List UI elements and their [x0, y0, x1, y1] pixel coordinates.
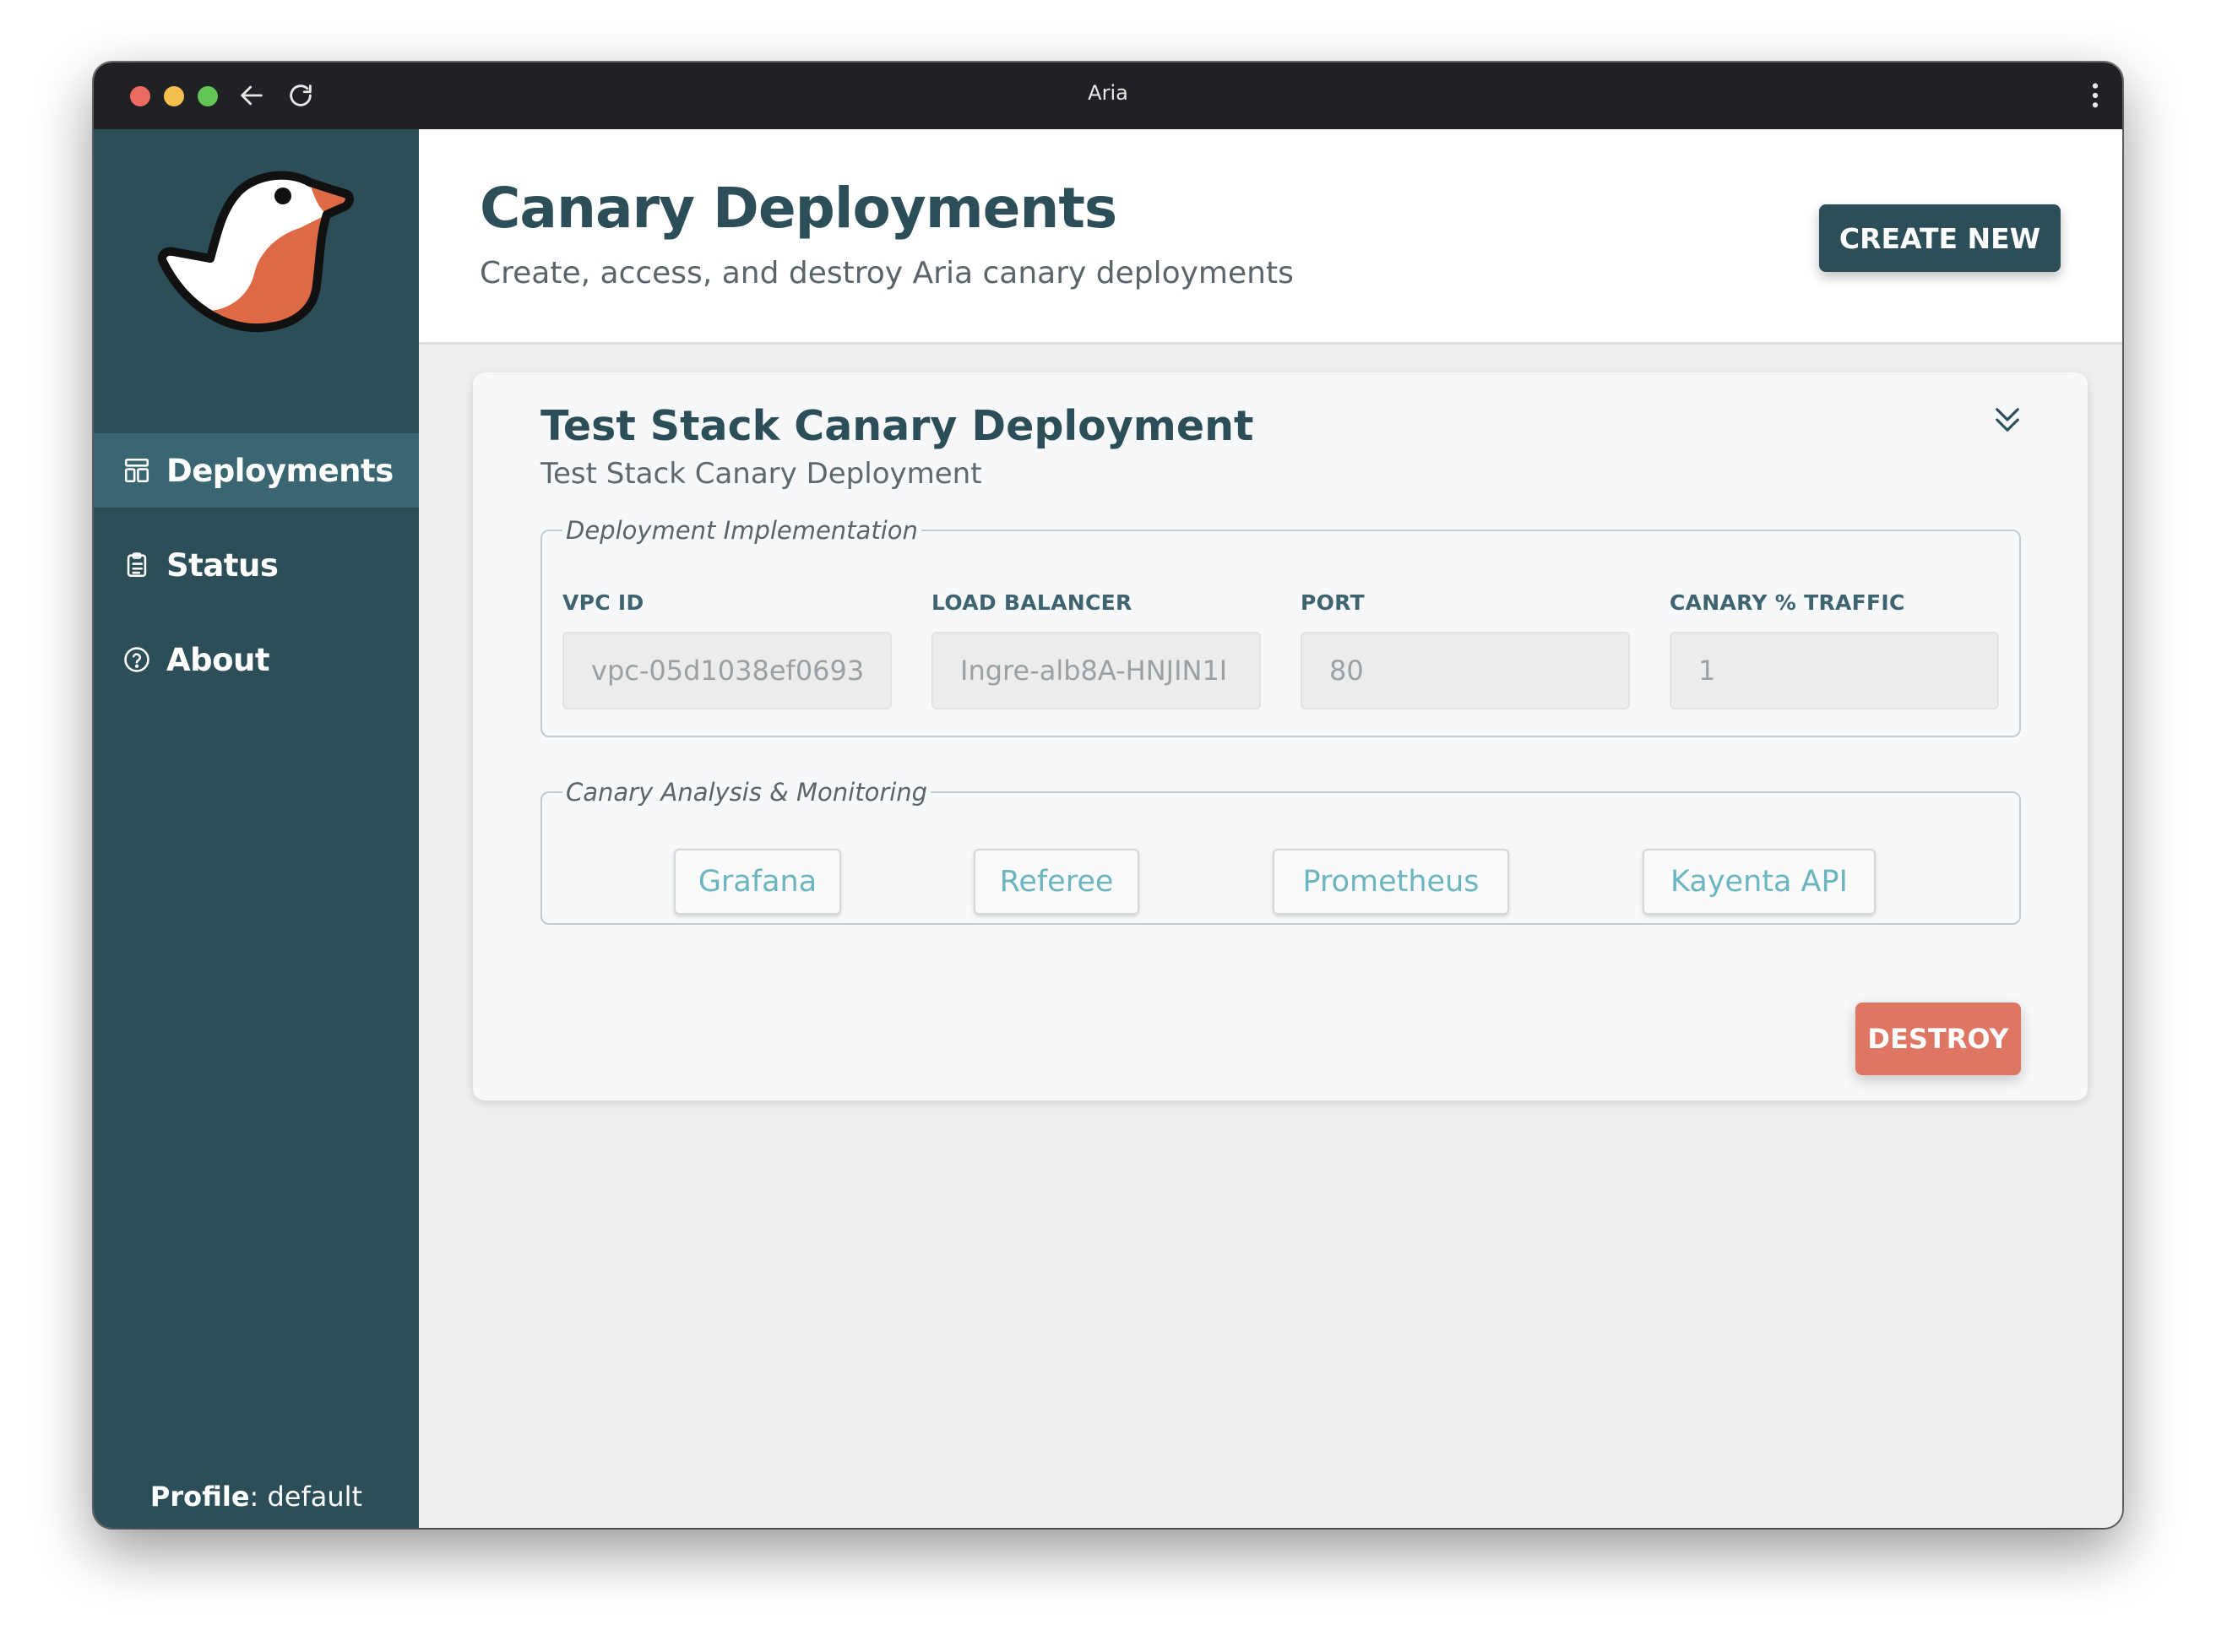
field-label: VPC ID [562, 590, 644, 615]
dashboard-icon [124, 458, 149, 483]
deployment-implementation-group: Deployment Implementation VPC ID LOAD BA… [540, 516, 2021, 737]
chevron-double-down-icon[interactable] [1990, 401, 2025, 438]
sidebar-item-about[interactable]: About [94, 622, 419, 697]
app-window: Aria Deployments Status About Profile: d… [94, 62, 2122, 1528]
grafana-button[interactable]: Grafana [674, 849, 841, 915]
main-content: Canary Deployments Create, access, and d… [419, 129, 2122, 1528]
vpc-id-input[interactable] [562, 632, 892, 709]
sidebar: Deployments Status About Profile: defaul… [94, 129, 419, 1528]
sidebar-item-label: Deployments [166, 452, 394, 489]
destroy-button[interactable]: DESTROY [1855, 1003, 2021, 1075]
clipboard-icon [127, 552, 147, 578]
referee-button[interactable]: Referee [974, 849, 1139, 915]
deployment-title: Test Stack Canary Deployment [540, 402, 1254, 450]
window-title: Aria [1088, 81, 1128, 105]
canary-monitoring-group: Canary Analysis & Monitoring Grafana Ref… [540, 778, 2021, 925]
sidebar-item-status[interactable]: Status [94, 528, 419, 602]
sidebar-item-label: About [166, 641, 270, 678]
kayenta-api-button[interactable]: Kayenta API [1643, 849, 1876, 915]
deployment-subtitle: Test Stack Canary Deployment [540, 457, 982, 491]
group-legend: Canary Analysis & Monitoring [566, 778, 928, 807]
page-header: Canary Deployments Create, access, and d… [419, 129, 2122, 345]
page-title: Canary Deployments [480, 176, 1117, 241]
prometheus-button[interactable]: Prometheus [1273, 849, 1509, 915]
title-bar: Aria [94, 62, 2122, 129]
aria-bird-logo [158, 171, 354, 333]
vpc-id-field: VPC ID [562, 590, 892, 709]
group-legend: Deployment Implementation [566, 516, 918, 545]
field-label: CANARY % TRAFFIC [1670, 590, 1905, 615]
help-circle-icon [124, 647, 149, 672]
load-balancer-field: LOAD BALANCER [931, 590, 1261, 709]
more-vertical-icon[interactable] [2090, 81, 2100, 110]
profile-label: Profile [149, 1481, 250, 1513]
port-input[interactable] [1301, 632, 1630, 709]
load-balancer-input[interactable] [931, 632, 1261, 709]
deployment-card: Test Stack Canary Deployment Test Stack … [473, 372, 2088, 1100]
canary-traffic-input[interactable] [1670, 632, 1999, 709]
field-label: LOAD BALANCER [931, 590, 1132, 615]
field-label: PORT [1301, 590, 1365, 615]
sidebar-item-deployments[interactable]: Deployments [94, 433, 419, 508]
profile-value: : default [249, 1481, 363, 1513]
sidebar-item-label: Status [166, 546, 279, 584]
canary-traffic-field: CANARY % TRAFFIC [1670, 590, 1999, 709]
profile-indicator: Profile: default [94, 1481, 419, 1513]
page-subtitle: Create, access, and destroy Aria canary … [480, 256, 1294, 291]
port-field: PORT [1301, 590, 1630, 709]
create-new-button[interactable]: CREATE NEW [1819, 204, 2061, 272]
